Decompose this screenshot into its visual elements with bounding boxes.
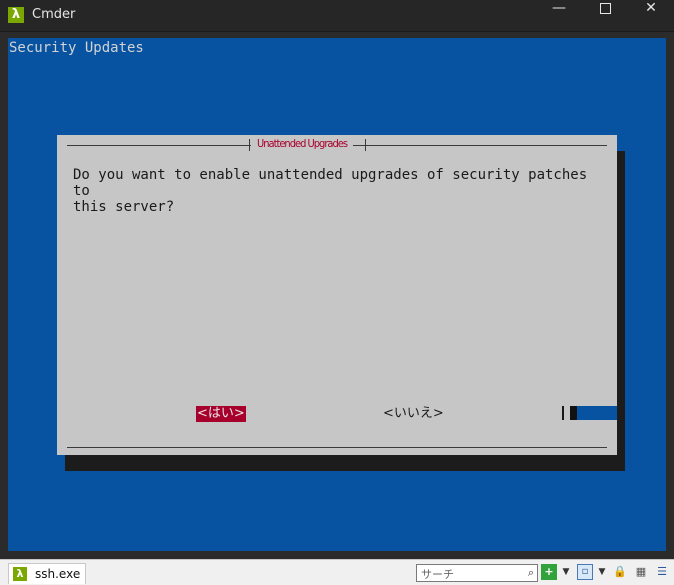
tab-ssh[interactable]: λ ssh.exe: [8, 563, 86, 584]
menu-icon[interactable]: ☰: [654, 564, 670, 580]
chevron-down-icon[interactable]: ▼: [558, 564, 574, 580]
maximize-button[interactable]: [582, 0, 628, 31]
search-placeholder: サーチ: [421, 568, 454, 581]
title-left-tick: [249, 139, 250, 151]
title-bar: λ Cmder — ✕: [0, 0, 674, 32]
no-button[interactable]: <いいえ>: [382, 406, 445, 422]
cursor-bar: [562, 406, 564, 420]
new-console-icon[interactable]: +: [541, 564, 557, 580]
window-title: Cmder: [32, 7, 76, 22]
dialog-title: Unattended Upgrades: [251, 135, 353, 153]
dialog-bottom-rule: [67, 447, 607, 448]
dialog-shadow-bottom: [65, 455, 625, 471]
yes-button[interactable]: <はい>: [196, 406, 246, 422]
lock-icon[interactable]: 🔒: [612, 564, 628, 580]
terminal-cursor: [570, 406, 577, 420]
cursor-overflow: [577, 406, 617, 420]
panel-icon[interactable]: ▫: [577, 564, 593, 580]
status-bar: λ ssh.exe サーチ ⌕ + ▼ ▫ ▼ 🔒 ▦ ☰: [0, 559, 674, 585]
dialog-shadow-right: [617, 151, 625, 471]
lambda-icon: λ: [13, 567, 27, 581]
close-button[interactable]: ✕: [628, 0, 674, 31]
maximize-icon: [599, 2, 611, 14]
minimize-button[interactable]: —: [536, 0, 582, 31]
title-right-tick: [365, 139, 366, 151]
cmder-lambda-icon: λ: [8, 7, 24, 23]
dialog-message: Do you want to enable unattended upgrade…: [73, 167, 588, 215]
search-icon[interactable]: ⌕: [528, 566, 534, 580]
grid-icon[interactable]: ▦: [633, 564, 649, 580]
terminal-header-text: Security Updates: [9, 40, 144, 56]
search-input[interactable]: サーチ ⌕: [416, 564, 538, 582]
tab-label: ssh.exe: [35, 567, 81, 581]
unattended-upgrades-dialog: Unattended Upgrades Do you want to enabl…: [57, 135, 617, 455]
chevron-down-icon[interactable]: ▼: [594, 564, 610, 580]
terminal-console[interactable]: Security Updates Unattended Upgrades Do …: [8, 38, 666, 551]
